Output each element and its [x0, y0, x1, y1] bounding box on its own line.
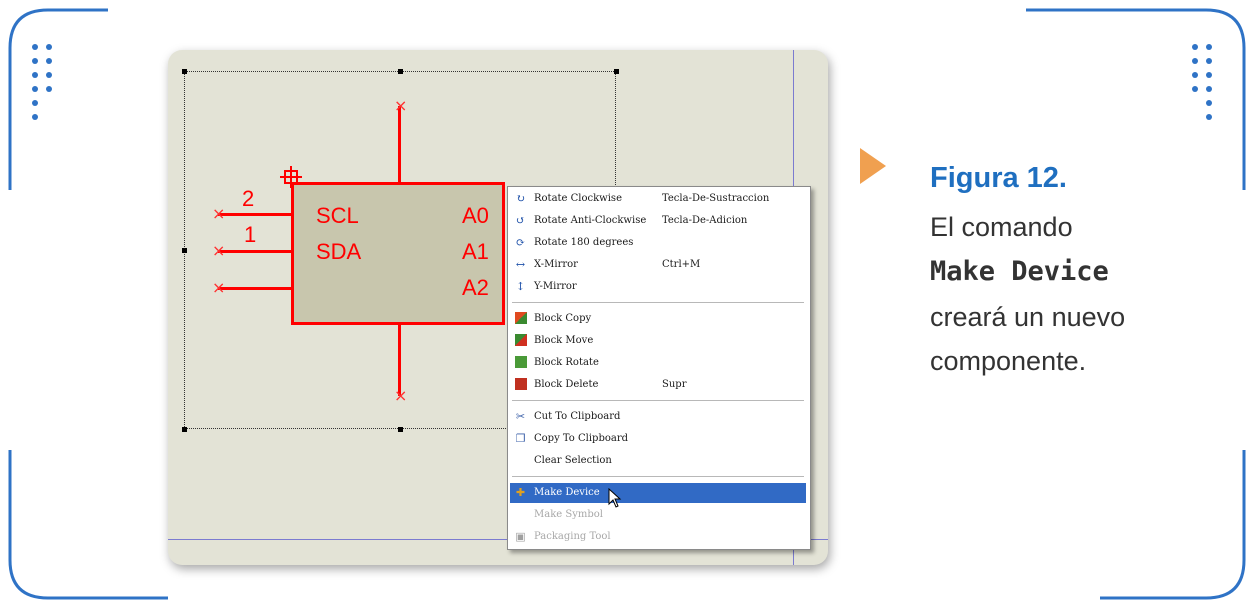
- menu-item-block-rotate[interactable]: Block Rotate: [510, 353, 806, 373]
- mouse-cursor-icon: [608, 488, 622, 508]
- pin-end-marker: ×: [212, 204, 226, 223]
- context-menu: ↻ Rotate Clockwise Tecla-De-Sustraccion …: [507, 186, 811, 550]
- pin-sda[interactable]: [218, 250, 293, 253]
- menu-item-clear-selection[interactable]: Clear Selection: [510, 451, 806, 471]
- menu-item-block-copy[interactable]: Block Copy: [510, 309, 806, 329]
- menu-item-rotate-180[interactable]: ⟳ Rotate 180 degrees: [510, 233, 806, 253]
- menu-item-copy[interactable]: ❐ Copy To Clipboard: [510, 429, 806, 449]
- pin-number-sda: 1: [244, 222, 257, 247]
- menu-item-packaging-tool[interactable]: ▣ Packaging Tool: [510, 527, 806, 547]
- decorative-dots-left: [32, 44, 62, 124]
- figure-title: Figura 12.: [930, 162, 1067, 194]
- pin-label-a2: A2: [462, 275, 489, 300]
- pin-end-marker: ×: [394, 386, 408, 405]
- selection-handle[interactable]: [182, 248, 187, 253]
- pin-label-a1: A1: [462, 239, 489, 264]
- caption-line-1: El comando: [930, 212, 1073, 242]
- chip-body[interactable]: SCL SDA A0 A1 A2: [291, 182, 505, 325]
- make-device-icon: ✚: [515, 486, 526, 499]
- x-mirror-icon: ↔: [515, 258, 526, 271]
- rotate-anticlockwise-icon: ↺: [515, 214, 526, 227]
- menu-item-rotate-clockwise[interactable]: ↻ Rotate Clockwise Tecla-De-Sustraccion: [510, 189, 806, 209]
- origin-marker: [280, 166, 302, 188]
- selection-handle[interactable]: [182, 427, 187, 432]
- pin-end-marker: ×: [212, 241, 226, 260]
- menu-separator: [512, 476, 804, 478]
- menu-item-block-move[interactable]: Block Move: [510, 331, 806, 351]
- block-rotate-icon: [515, 356, 527, 368]
- block-copy-icon: [515, 312, 527, 324]
- block-delete-icon: [515, 378, 527, 390]
- menu-item-make-device[interactable]: ✚ Make Device: [510, 483, 806, 503]
- decorative-dots-right: [1192, 44, 1222, 124]
- pin-top[interactable]: [398, 106, 401, 184]
- pin-label-scl: SCL: [316, 203, 359, 228]
- menu-separator: [512, 302, 804, 304]
- selection-handle[interactable]: [398, 69, 403, 74]
- schematic-screenshot: × × × × × 2 1 SCL SDA A0 A1 A2 ↻ Rotate …: [168, 50, 828, 565]
- menu-item-rotate-anticlockwise[interactable]: ↺ Rotate Anti-Clockwise Tecla-De-Adicion: [510, 211, 806, 231]
- menu-item-x-mirror[interactable]: ↔ X-Mirror Ctrl+M: [510, 255, 806, 275]
- caption-arrow-icon: [860, 148, 886, 184]
- menu-item-block-delete[interactable]: Block Delete Supr: [510, 375, 806, 395]
- pin-end-marker: ×: [394, 96, 408, 115]
- menu-item-cut[interactable]: ✂ Cut To Clipboard: [510, 407, 806, 427]
- caption-line-2: creará un nuevo: [930, 302, 1126, 332]
- block-move-icon: [515, 334, 527, 346]
- pin-label-a0: A0: [462, 203, 489, 228]
- packaging-tool-icon: ▣: [515, 530, 526, 543]
- menu-separator: [512, 400, 804, 402]
- menu-item-make-symbol[interactable]: Make Symbol: [510, 505, 806, 525]
- menu-item-y-mirror[interactable]: ↕ Y-Mirror: [510, 277, 806, 297]
- selection-handle[interactable]: [398, 427, 403, 432]
- y-mirror-icon: ↕: [515, 280, 526, 293]
- selection-handle[interactable]: [614, 69, 619, 74]
- scissors-icon: ✂: [515, 410, 526, 423]
- pin-end-marker: ×: [212, 278, 226, 297]
- pin-number-scl: 2: [242, 186, 255, 211]
- pin-label-sda: SDA: [316, 239, 362, 264]
- selection-handle[interactable]: [182, 69, 187, 74]
- caption-line-3: componente.: [930, 346, 1087, 376]
- pin-unnamed[interactable]: [218, 287, 293, 290]
- rotate-clockwise-icon: ↻: [515, 192, 526, 205]
- caption-command: Make Device: [930, 256, 1109, 287]
- pin-scl[interactable]: [218, 213, 293, 216]
- copy-icon: ❐: [515, 432, 526, 445]
- rotate-180-icon: ⟳: [515, 236, 526, 249]
